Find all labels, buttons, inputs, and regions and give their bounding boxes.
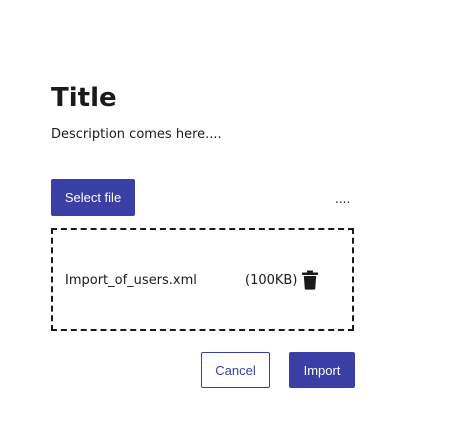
import-dialog: Title Description comes here.... Select … xyxy=(0,0,474,440)
trash-icon[interactable] xyxy=(301,270,319,290)
dialog-description: Description comes here.... xyxy=(51,127,222,142)
import-button[interactable]: Import xyxy=(289,352,355,388)
cancel-button[interactable]: Cancel xyxy=(201,352,270,388)
select-file-button[interactable]: Select file xyxy=(51,179,135,216)
dialog-title: Title xyxy=(51,83,117,113)
trash-icon-graphic xyxy=(302,270,318,290)
file-size: (100KB) xyxy=(245,273,298,288)
file-drop-zone[interactable]: Import_of_users.xml (100KB) xyxy=(51,228,354,331)
file-name: Import_of_users.xml xyxy=(65,273,197,288)
file-list-item: Import_of_users.xml (100KB) xyxy=(65,270,327,292)
file-hint-text: .... xyxy=(335,192,351,206)
